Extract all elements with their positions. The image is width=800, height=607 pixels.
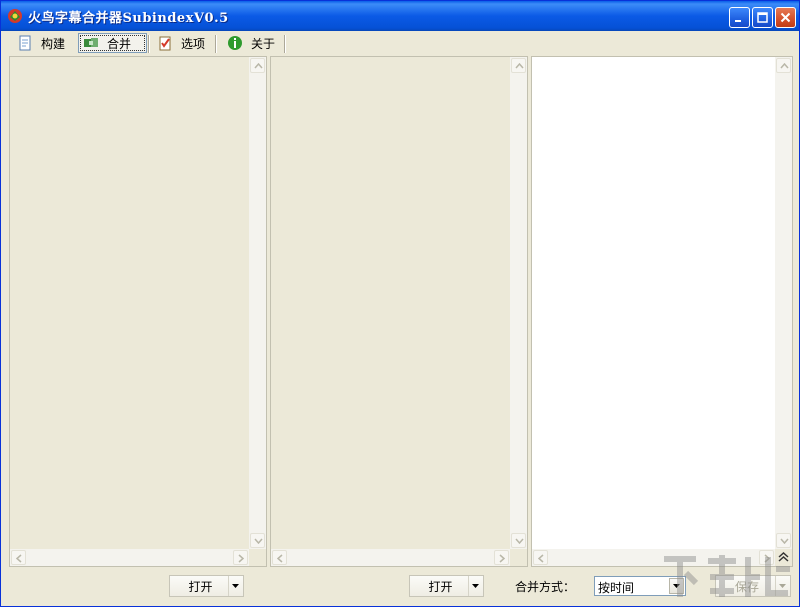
watermark-logo [664,555,790,597]
chevron-down-icon [515,538,524,544]
left-subtitle-panel[interactable] [9,56,267,567]
chevron-left-icon [16,554,22,563]
scroll-down-button[interactable] [511,533,526,548]
scroll-right-button[interactable] [233,550,248,565]
open-middle-button[interactable]: 打开 [409,575,484,597]
scroll-left-button[interactable] [272,550,287,565]
open-left-label: 打开 [188,579,213,594]
app-window: 火鸟字幕合并器SubindexV0.5 构建 合并 选项 关于 打开 打开 合并… [0,0,800,607]
right-vertical-scrollbar[interactable] [775,57,792,549]
scroll-up-button[interactable] [776,58,791,73]
scroll-up-button[interactable] [511,58,526,73]
left-vertical-scrollbar[interactable] [249,57,266,549]
toolbar: 构建 合并 选项 关于 [1,31,799,55]
tab-merge-label: 合并 [107,36,132,51]
tab-about-label: 关于 [251,36,276,51]
merge-icon [84,38,98,47]
toolbar-separator [284,35,286,53]
chevron-up-icon [254,63,263,69]
toolbar-separator [148,35,150,53]
scroll-down-button[interactable] [250,533,265,548]
maximize-icon [757,12,768,23]
build-icon [19,35,31,51]
open-left-dropdown[interactable] [228,576,243,596]
minimize-icon [735,20,741,22]
close-icon [780,12,791,23]
tab-merge[interactable]: 合并 [78,33,147,53]
chevron-up-icon [780,63,789,69]
tab-options-label: 选项 [181,36,206,51]
close-button[interactable] [775,7,796,28]
open-left-button[interactable]: 打开 [169,575,244,597]
options-icon [159,36,171,51]
scroll-left-button[interactable] [11,550,26,565]
title-bar[interactable]: 火鸟字幕合并器SubindexV0.5 [1,1,799,31]
open-middle-dropdown[interactable] [468,576,483,596]
scroll-corner [510,549,527,566]
chevron-up-icon [515,63,524,69]
window-title: 火鸟字幕合并器SubindexV0.5 [28,11,229,26]
chevron-left-icon [538,554,544,563]
scroll-corner [249,549,266,566]
dropdown-arrow-icon [472,584,479,588]
open-middle-label: 打开 [428,579,453,594]
merge-mode-value: 按时间 [598,581,635,595]
scroll-left-button[interactable] [533,550,548,565]
minimize-button[interactable] [729,7,750,28]
middle-vertical-scrollbar[interactable] [510,57,527,549]
chevron-right-icon [499,554,505,563]
scroll-right-button[interactable] [494,550,509,565]
chevron-down-icon [780,538,789,544]
chevron-down-icon [254,538,263,544]
middle-subtitle-panel[interactable] [270,56,528,567]
tab-about[interactable]: 关于 [223,33,279,53]
middle-horizontal-scrollbar[interactable] [271,549,510,566]
scroll-down-button[interactable] [776,533,791,548]
tab-options[interactable]: 选项 [153,33,209,53]
tab-build[interactable]: 构建 [13,33,69,53]
scroll-up-button[interactable] [250,58,265,73]
tab-build-label: 构建 [41,36,66,51]
chevron-right-icon [238,554,244,563]
chevron-left-icon [277,554,283,563]
app-icon [8,9,22,23]
toolbar-separator [215,35,217,53]
maximize-button[interactable] [752,7,773,28]
info-icon [228,36,242,50]
merged-result-panel[interactable] [531,56,793,567]
merge-mode-label: 合并方式： [515,580,576,594]
dropdown-arrow-icon [232,584,239,588]
left-horizontal-scrollbar[interactable] [10,549,249,566]
